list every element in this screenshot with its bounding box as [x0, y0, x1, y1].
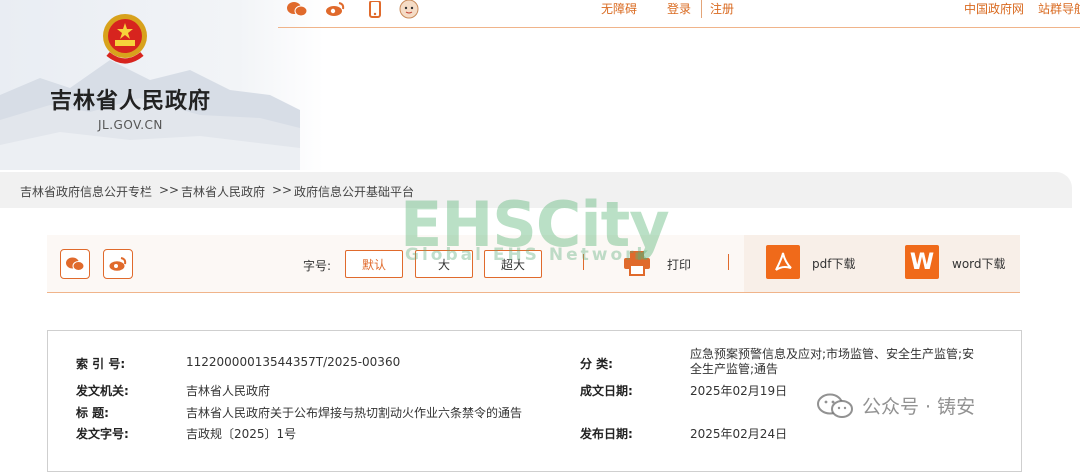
weibo-icon[interactable] [324, 0, 346, 18]
share-wechat-button[interactable] [60, 249, 90, 279]
index-number-value: 11220000013544357T/2025-00360 [186, 355, 401, 369]
written-date-value: 2025年02月19日 [690, 384, 788, 398]
category-label: 分 类: [580, 357, 613, 371]
national-emblem-icon [100, 10, 150, 70]
print-icon[interactable] [623, 250, 651, 276]
article-toolbar: 字号: 默认 大 超大 打印 pdf下载 W word下载 [47, 235, 1020, 293]
font-size-large-button[interactable]: 大 [415, 250, 473, 278]
word-icon[interactable]: W [905, 245, 939, 279]
title-label: 标 题: [76, 406, 109, 420]
breadcrumb-item[interactable]: 吉林省人民政府 [181, 183, 265, 200]
index-number-label: 索 引 号: [76, 357, 126, 371]
top-bar-divider [701, 0, 702, 18]
publish-date-label: 发布日期: [580, 427, 633, 441]
title-value: 吉林省人民政府关于公布焊接与热切割动火作业六条禁令的通告 [186, 406, 523, 420]
top-bar: 无障碍 登录 注册 中国政府网 站群导航 [278, 0, 1080, 28]
issuer-value: 吉林省人民政府 [186, 384, 271, 398]
print-button[interactable]: 打印 [667, 256, 691, 273]
font-size-xlarge-button[interactable]: 超大 [484, 250, 542, 278]
font-size-label: 字号: [303, 259, 332, 273]
breadcrumb-separator: >> [272, 183, 293, 197]
written-date-label: 成文日期: [580, 384, 633, 398]
accessibility-link[interactable]: 无障碍 [601, 0, 637, 17]
wechat-icon[interactable] [286, 0, 308, 18]
category-value: 应急预案预警信息及应对;市场监管、安全生产监管;安全生产监管;通告 [690, 347, 975, 376]
issuer-label: 发文机关: [76, 384, 129, 398]
breadcrumb-separator: >> [159, 183, 180, 197]
pdf-icon[interactable] [766, 245, 800, 279]
document-number-label: 发文字号: [76, 427, 129, 441]
site-domain: JL.GOV.CN [98, 118, 163, 132]
mobile-icon[interactable] [364, 0, 386, 18]
wechat-icon [66, 257, 85, 271]
download-zone: pdf下载 W word下载 [744, 235, 1020, 292]
pdf-download-button[interactable]: pdf下载 [812, 255, 855, 272]
register-link[interactable]: 注册 [710, 0, 734, 17]
breadcrumb: 吉林省政府信息公开专栏 >> 吉林省人民政府 >> 政府信息公开基础平台 [0, 172, 1072, 208]
document-info-table: 索 引 号: 11220000013544357T/2025-00360 分 类… [47, 330, 1022, 472]
toolbar-divider [583, 254, 584, 270]
word-download-button[interactable]: word下载 [952, 255, 1006, 272]
login-link[interactable]: 登录 [667, 0, 691, 17]
breadcrumb-item[interactable]: 政府信息公开基础平台 [294, 183, 414, 200]
weibo-icon [109, 257, 127, 271]
gov-cn-link[interactable]: 中国政府网 [964, 0, 1024, 17]
share-weibo-button[interactable] [103, 249, 133, 279]
font-size-default-button[interactable]: 默认 [345, 250, 403, 278]
publish-date-value: 2025年02月24日 [690, 427, 788, 441]
toolbar-divider [728, 254, 729, 270]
site-group-link[interactable]: 站群导航 [1038, 0, 1080, 17]
breadcrumb-item[interactable]: 吉林省政府信息公开专栏 [20, 183, 152, 200]
document-number-value: 吉政规〔2025〕1号 [186, 427, 297, 441]
site-title: 吉林省人民政府 [50, 89, 212, 114]
mascot-icon[interactable] [398, 0, 420, 19]
